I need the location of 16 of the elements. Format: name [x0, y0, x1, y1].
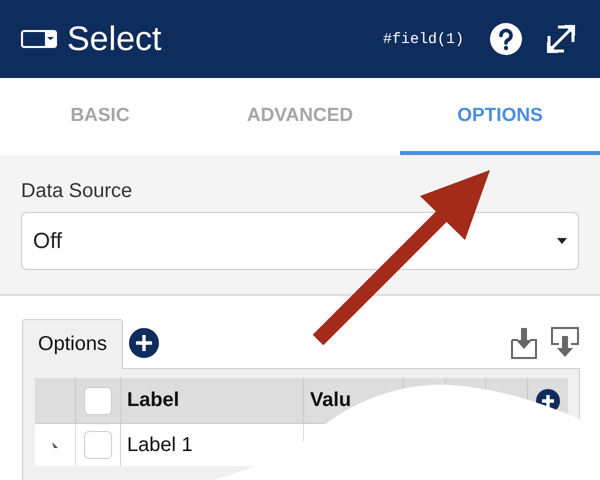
field-label: Data Source [21, 180, 134, 203]
column-header: Label [121, 378, 304, 424]
caret-icon[interactable] [557, 238, 567, 244]
checkbox[interactable] [84, 431, 112, 459]
select-field-icon [21, 30, 57, 48]
field-id: #field(1) [382, 30, 464, 48]
header-title: Select [67, 20, 162, 58]
checkbox[interactable] [84, 386, 112, 414]
options-tab[interactable]: Options [22, 318, 123, 368]
help-icon[interactable] [490, 23, 522, 55]
sort-icon [51, 441, 59, 449]
import-icon[interactable] [510, 326, 538, 360]
add-icon[interactable] [129, 328, 159, 358]
table-cell: Label 1 [121, 424, 304, 466]
expand-icon[interactable] [544, 22, 578, 56]
data-source-select[interactable]: Off [21, 212, 579, 270]
